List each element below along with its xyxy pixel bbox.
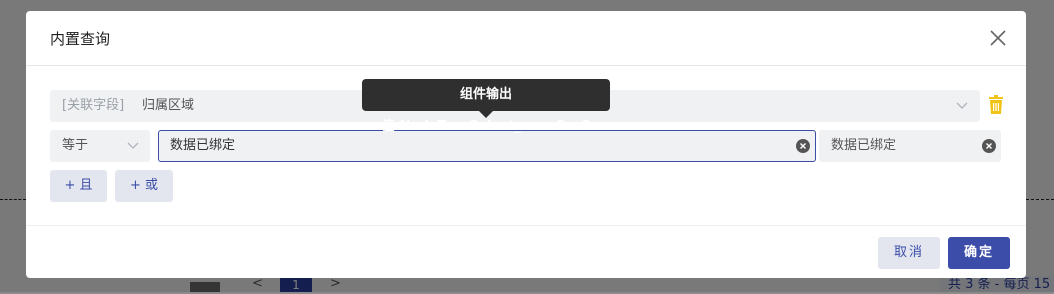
tooltip: 组件输出值:NodeTreeSelect_eaae8ec8 (362, 79, 610, 134)
query-modal: 内置查询 [关联字段] 归属区域 等于 数据已绑定 数据已绑定 组件输出值:No… (26, 11, 1026, 278)
cancel-button[interactable]: 取消 (878, 237, 940, 269)
modal-header: 内置查询 (26, 11, 1026, 66)
trash-icon[interactable] (988, 95, 1004, 115)
operator-value: 等于 (62, 138, 89, 153)
modal-footer-divider (26, 225, 1026, 226)
modal-title: 内置查询 (50, 30, 111, 48)
value-input-text: 数据已绑定 (170, 138, 236, 153)
add-and-button[interactable]: + 且 (50, 170, 107, 202)
tooltip-arrow (479, 111, 493, 118)
chevron-down-icon (126, 130, 140, 162)
add-or-button[interactable]: + 或 (115, 170, 173, 202)
ok-button[interactable]: 确定 (948, 237, 1010, 269)
output-value-box[interactable]: 数据已绑定 (819, 130, 1001, 162)
field-value: 归属区域 (142, 98, 195, 113)
chevron-down-icon (955, 90, 969, 122)
clear-icon[interactable] (982, 134, 996, 153)
operator-select[interactable]: 等于 (50, 130, 150, 162)
output-value-text: 数据已绑定 (831, 138, 897, 153)
clear-icon[interactable] (796, 135, 810, 153)
close-icon[interactable] (988, 28, 1008, 48)
field-prefix: [关联字段] (62, 98, 125, 113)
